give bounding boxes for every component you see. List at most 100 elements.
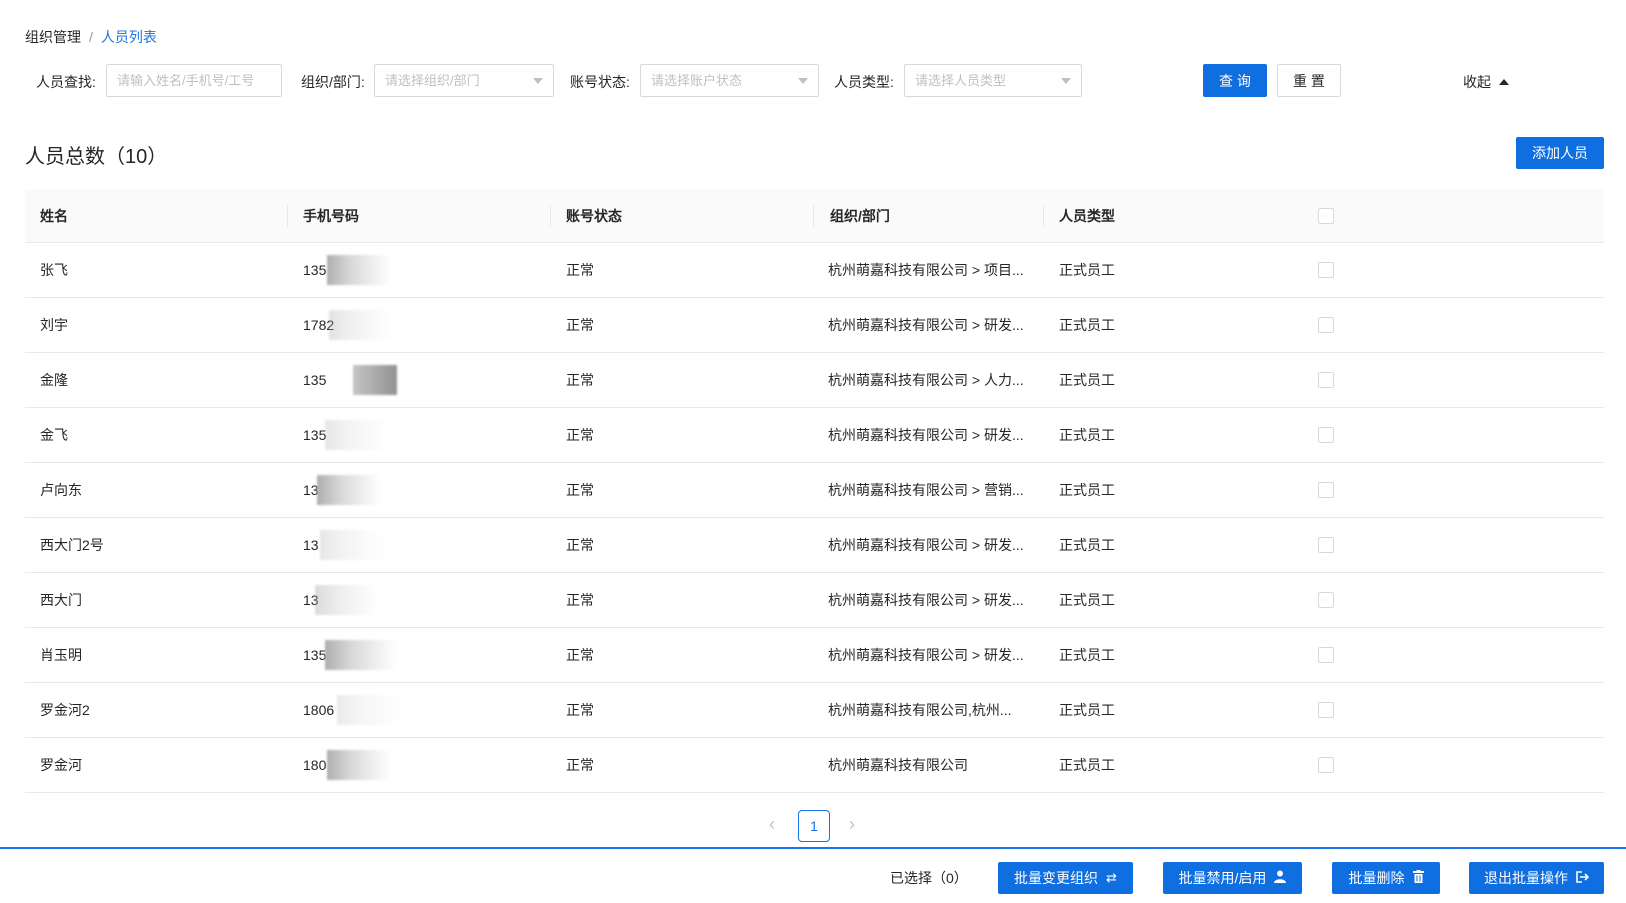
cell-status: 正常 xyxy=(566,757,594,773)
cell-status: 正常 xyxy=(566,262,594,278)
cell-phone: 13 xyxy=(303,537,319,553)
table-row: 罗金河2 1806 正常 杭州萌嘉科技有限公司,杭州... 正式员工 xyxy=(25,683,1604,738)
table-row: 卢向东 13 正常 杭州萌嘉科技有限公司 > 营销... 正式员工 xyxy=(25,463,1604,518)
row-checkbox[interactable] xyxy=(1318,427,1334,443)
redaction-blur xyxy=(315,585,379,615)
sign-out-icon xyxy=(1576,870,1590,886)
cell-type: 正式员工 xyxy=(1059,592,1115,608)
cell-org: 杭州萌嘉科技有限公司 > 研发... xyxy=(828,647,1024,663)
cell-type: 正式员工 xyxy=(1059,262,1115,278)
row-checkbox[interactable] xyxy=(1318,592,1334,608)
column-divider xyxy=(550,205,551,227)
caret-down-icon xyxy=(1061,78,1071,84)
redaction-blur xyxy=(327,255,391,285)
query-button[interactable]: 查 询 xyxy=(1203,64,1267,97)
table-header: 姓名 手机号码 账号状态 组织/部门 人员类型 xyxy=(25,189,1604,243)
batch-delete-button[interactable]: 批量删除 xyxy=(1332,862,1440,894)
breadcrumb: 组织管理 / 人员列表 xyxy=(25,27,157,47)
table-row: 西大门2号 13 正常 杭州萌嘉科技有限公司 > 研发... 正式员工 xyxy=(25,518,1604,573)
batch-change-org-button[interactable]: 批量变更组织 ⇄ xyxy=(998,862,1133,894)
row-checkbox[interactable] xyxy=(1318,647,1334,663)
status-select[interactable]: 请选择账户状态 xyxy=(640,64,819,97)
redaction-blur xyxy=(337,695,401,725)
redaction-blur xyxy=(353,365,397,395)
cell-status: 正常 xyxy=(566,537,594,553)
cell-name: 张飞 xyxy=(40,262,68,278)
redaction-blur xyxy=(325,420,389,450)
cell-org: 杭州萌嘉科技有限公司 xyxy=(828,757,968,773)
footer-divider xyxy=(0,847,1626,849)
org-select-placeholder: 请选择组织/部门 xyxy=(385,73,480,88)
cell-type: 正式员工 xyxy=(1059,317,1115,333)
caret-up-icon xyxy=(1499,79,1509,85)
person-search-input[interactable] xyxy=(106,64,282,97)
redaction-blur xyxy=(329,310,393,340)
cell-name: 刘宇 xyxy=(40,317,68,333)
row-checkbox[interactable] xyxy=(1318,317,1334,333)
redaction-blur xyxy=(327,750,391,780)
type-select[interactable]: 请选择人员类型 xyxy=(904,64,1082,97)
cell-type: 正式员工 xyxy=(1059,372,1115,388)
trash-icon xyxy=(1412,870,1424,886)
status-label: 账号状态: xyxy=(570,74,630,90)
status-select-placeholder: 请选择账户状态 xyxy=(651,73,743,88)
cell-type: 正式员工 xyxy=(1059,702,1115,718)
cell-org: 杭州萌嘉科技有限公司 > 项目... xyxy=(828,262,1024,278)
cell-status: 正常 xyxy=(566,372,594,388)
table-row: 张飞 135 正常 杭州萌嘉科技有限公司 > 项目... 正式员工 xyxy=(25,243,1604,298)
column-divider xyxy=(287,205,288,227)
org-label: 组织/部门: xyxy=(301,74,365,90)
cell-phone: 135 xyxy=(303,262,327,278)
select-all-checkbox[interactable] xyxy=(1318,208,1334,224)
cell-org: 杭州萌嘉科技有限公司 > 研发... xyxy=(828,537,1024,553)
cell-org: 杭州萌嘉科技有限公司 > 研发... xyxy=(828,317,1024,333)
person-search-label: 人员查找: xyxy=(36,74,96,90)
collapse-label: 收起 xyxy=(1463,74,1491,90)
cell-phone: 180 xyxy=(303,757,327,773)
cell-name: 罗金河 xyxy=(40,757,82,773)
column-divider xyxy=(813,205,814,227)
cell-type: 正式员工 xyxy=(1059,482,1115,498)
column-header-type: 人员类型 xyxy=(1059,208,1115,224)
filter-bar: 人员查找: 组织/部门: 请选择组织/部门 账号状态: 请选择账户状态 人员类型… xyxy=(0,64,1626,98)
cell-phone: 1806 xyxy=(303,702,335,718)
batch-toggle-button[interactable]: 批量禁用/启用 xyxy=(1163,862,1302,894)
next-page-icon[interactable]: › xyxy=(849,814,855,835)
row-checkbox[interactable] xyxy=(1318,757,1334,773)
cell-type: 正式员工 xyxy=(1059,647,1115,663)
cell-status: 正常 xyxy=(566,427,594,443)
table-row: 金隆 135 正常 杭州萌嘉科技有限公司 > 人力... 正式员工 xyxy=(25,353,1604,408)
row-checkbox[interactable] xyxy=(1318,537,1334,553)
row-checkbox[interactable] xyxy=(1318,262,1334,278)
batch-toggle-label: 批量禁用/启用 xyxy=(1178,870,1267,886)
cell-org: 杭州萌嘉科技有限公司 > 营销... xyxy=(828,482,1024,498)
cell-phone: 135 xyxy=(303,427,327,443)
cell-name: 西大门2号 xyxy=(40,537,104,553)
cell-status: 正常 xyxy=(566,592,594,608)
column-header-status: 账号状态 xyxy=(566,208,622,224)
exit-batch-button[interactable]: 退出批量操作 xyxy=(1469,862,1604,894)
reset-button[interactable]: 重 置 xyxy=(1277,64,1341,97)
cell-name: 卢向东 xyxy=(40,482,82,498)
prev-page-icon[interactable]: ‹ xyxy=(769,814,775,835)
row-checkbox[interactable] xyxy=(1318,702,1334,718)
cell-name: 金隆 xyxy=(40,372,68,388)
breadcrumb-root[interactable]: 组织管理 xyxy=(25,27,81,47)
table-row: 肖玉明 135 正常 杭州萌嘉科技有限公司 > 研发... 正式员工 xyxy=(25,628,1604,683)
row-checkbox[interactable] xyxy=(1318,482,1334,498)
add-person-button[interactable]: 添加人员 xyxy=(1516,137,1604,169)
breadcrumb-separator: / xyxy=(89,29,93,45)
cell-status: 正常 xyxy=(566,647,594,663)
collapse-toggle[interactable]: 收起 xyxy=(1463,72,1509,92)
org-select[interactable]: 请选择组织/部门 xyxy=(374,64,554,97)
cell-status: 正常 xyxy=(566,482,594,498)
batch-change-org-label: 批量变更组织 xyxy=(1014,870,1099,886)
redaction-blur xyxy=(317,475,381,505)
page-number-button[interactable]: 1 xyxy=(798,810,830,842)
column-header-org: 组织/部门 xyxy=(830,208,890,224)
cell-name: 罗金河2 xyxy=(40,702,90,718)
cell-org: 杭州萌嘉科技有限公司 > 研发... xyxy=(828,427,1024,443)
refresh-icon: ⇄ xyxy=(1106,870,1117,885)
cell-phone: 135 xyxy=(303,647,327,663)
row-checkbox[interactable] xyxy=(1318,372,1334,388)
